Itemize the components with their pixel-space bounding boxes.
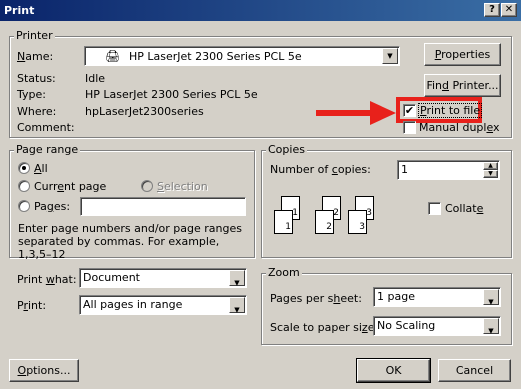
copies-value: 1: [401, 163, 408, 176]
chevron-down-icon[interactable]: ▼: [382, 48, 398, 64]
type-label: Type:: [17, 88, 46, 101]
scale-label: Scale to paper size:: [270, 321, 378, 334]
chevron-down-icon[interactable]: ▼: [483, 289, 499, 306]
collate-checkbox[interactable]: [428, 202, 441, 215]
manual-duplex-checkbox[interactable]: [403, 121, 416, 134]
zoom-legend: Zoom: [266, 266, 302, 279]
copies-legend: Copies: [266, 143, 307, 156]
status-label: Status:: [17, 72, 56, 85]
spin-up-button[interactable]: ▲: [483, 162, 498, 170]
where-value: hpLaserJet2300series: [85, 105, 204, 118]
print-what-label: Print what:: [17, 273, 77, 286]
print-what-select[interactable]: Document ▼: [79, 268, 247, 288]
printer-name-label: Name:: [17, 50, 54, 63]
printer-name-select[interactable]: 🖨 HP LaserJet 2300 Series PCL 5e ▼: [84, 46, 400, 66]
printer-legend: Printer: [14, 29, 55, 42]
options-button[interactable]: Options...: [9, 359, 79, 382]
help-button[interactable]: ?: [484, 3, 500, 17]
selection-label: Selection: [157, 180, 208, 193]
print-to-file-checkbox[interactable]: ✔: [403, 104, 416, 117]
printer-icon: 🖨: [105, 49, 121, 63]
red-arrow-icon: [316, 101, 396, 125]
print-value: All pages in range: [83, 298, 183, 311]
print-select[interactable]: All pages in range ▼: [79, 295, 247, 315]
window-title: Print: [4, 4, 35, 17]
comment-label: Comment:: [17, 121, 75, 134]
title-bar: Print: [0, 0, 521, 21]
print-to-file-label: Print to file: [417, 103, 483, 118]
collate-page: 2: [315, 210, 334, 234]
properties-button[interactable]: Properties: [424, 43, 501, 66]
close-button[interactable]: ✕: [501, 3, 517, 17]
status-value: Idle: [85, 72, 106, 85]
pages-label: Pages:: [34, 200, 71, 213]
page-range-legend: Page range: [14, 143, 81, 156]
all-radio[interactable]: [18, 162, 30, 174]
type-value: HP LaserJet 2300 Series PCL 5e: [85, 88, 258, 101]
spin-down-button[interactable]: ▼: [483, 170, 498, 178]
number-of-copies-label: Number of copies:: [270, 163, 371, 176]
pages-per-sheet-select[interactable]: 1 page ▼: [373, 287, 501, 307]
print-what-value: Document: [83, 271, 140, 284]
print-label: Print:: [17, 299, 47, 312]
find-printer-button[interactable]: Find Printer...: [424, 74, 501, 97]
pages-radio[interactable]: [18, 200, 30, 212]
page-range-hint: Enter page numbers and/or page ranges se…: [18, 222, 242, 261]
cancel-button[interactable]: Cancel: [438, 359, 511, 382]
pages-per-sheet-value: 1 page: [377, 290, 415, 303]
selection-radio[interactable]: [141, 180, 153, 192]
current-page-radio[interactable]: [18, 180, 30, 192]
scale-value: No Scaling: [377, 319, 436, 332]
all-label: All: [34, 162, 48, 175]
collate-page: 3: [348, 210, 367, 234]
pages-per-sheet-label: Pages per sheet:: [270, 292, 362, 305]
collate-page: 1: [274, 210, 293, 234]
where-label: Where:: [17, 105, 57, 118]
pages-input[interactable]: [80, 197, 246, 216]
copies-input[interactable]: 1 ▲ ▼: [397, 160, 500, 180]
ok-button[interactable]: OK: [356, 358, 431, 383]
current-page-label: Current page: [34, 180, 107, 193]
chevron-down-icon[interactable]: ▼: [229, 270, 245, 287]
chevron-down-icon[interactable]: ▼: [483, 318, 499, 335]
scale-select[interactable]: No Scaling ▼: [373, 316, 501, 336]
chevron-down-icon[interactable]: ▼: [229, 297, 245, 314]
manual-duplex-label: Manual duplex: [419, 121, 500, 134]
collate-label: Collate: [445, 202, 484, 215]
printer-name-value: HP LaserJet 2300 Series PCL 5e: [129, 50, 302, 63]
